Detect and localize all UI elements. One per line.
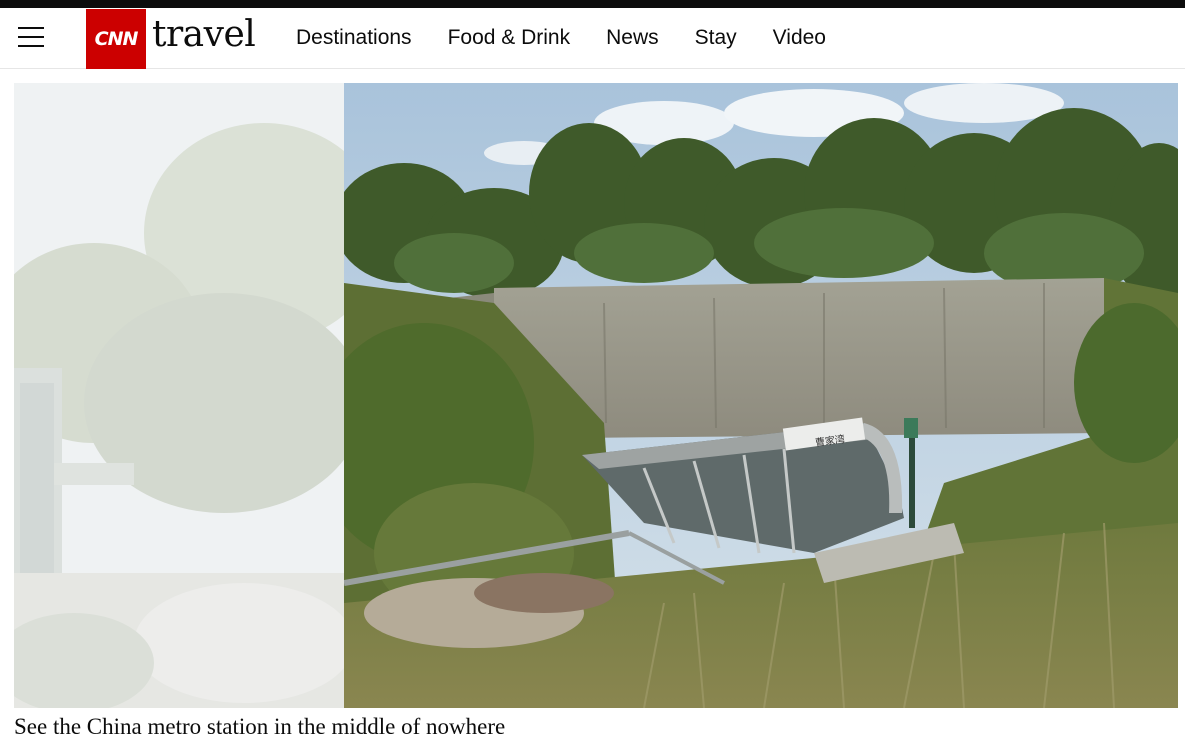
travel-wordmark[interactable]: travel [152, 14, 256, 55]
main-slide-image[interactable]: 曹家湾 [344, 83, 1178, 708]
gallery-caption: See the China metro station in the middl… [14, 714, 506, 739]
nav-news[interactable]: News [606, 26, 659, 50]
nav-food-drink[interactable]: Food & Drink [448, 26, 571, 50]
main-nav: Destinations Food & Drink News Stay Vide… [296, 26, 862, 50]
cnn-logo[interactable]: CNN [86, 9, 146, 69]
nav-video[interactable]: Video [773, 26, 826, 50]
photo-gallery[interactable]: 曹家湾 [14, 83, 1178, 708]
nav-destinations[interactable]: Destinations [296, 26, 412, 50]
hamburger-menu-icon[interactable] [18, 25, 46, 51]
cnn-logo-mark: CNN [94, 28, 139, 50]
nav-stay[interactable]: Stay [695, 26, 737, 50]
site-header: CNN travel Destinations Food & Drink New… [0, 8, 1185, 69]
previous-slide-image[interactable] [14, 83, 344, 708]
top-strip [0, 0, 1185, 8]
